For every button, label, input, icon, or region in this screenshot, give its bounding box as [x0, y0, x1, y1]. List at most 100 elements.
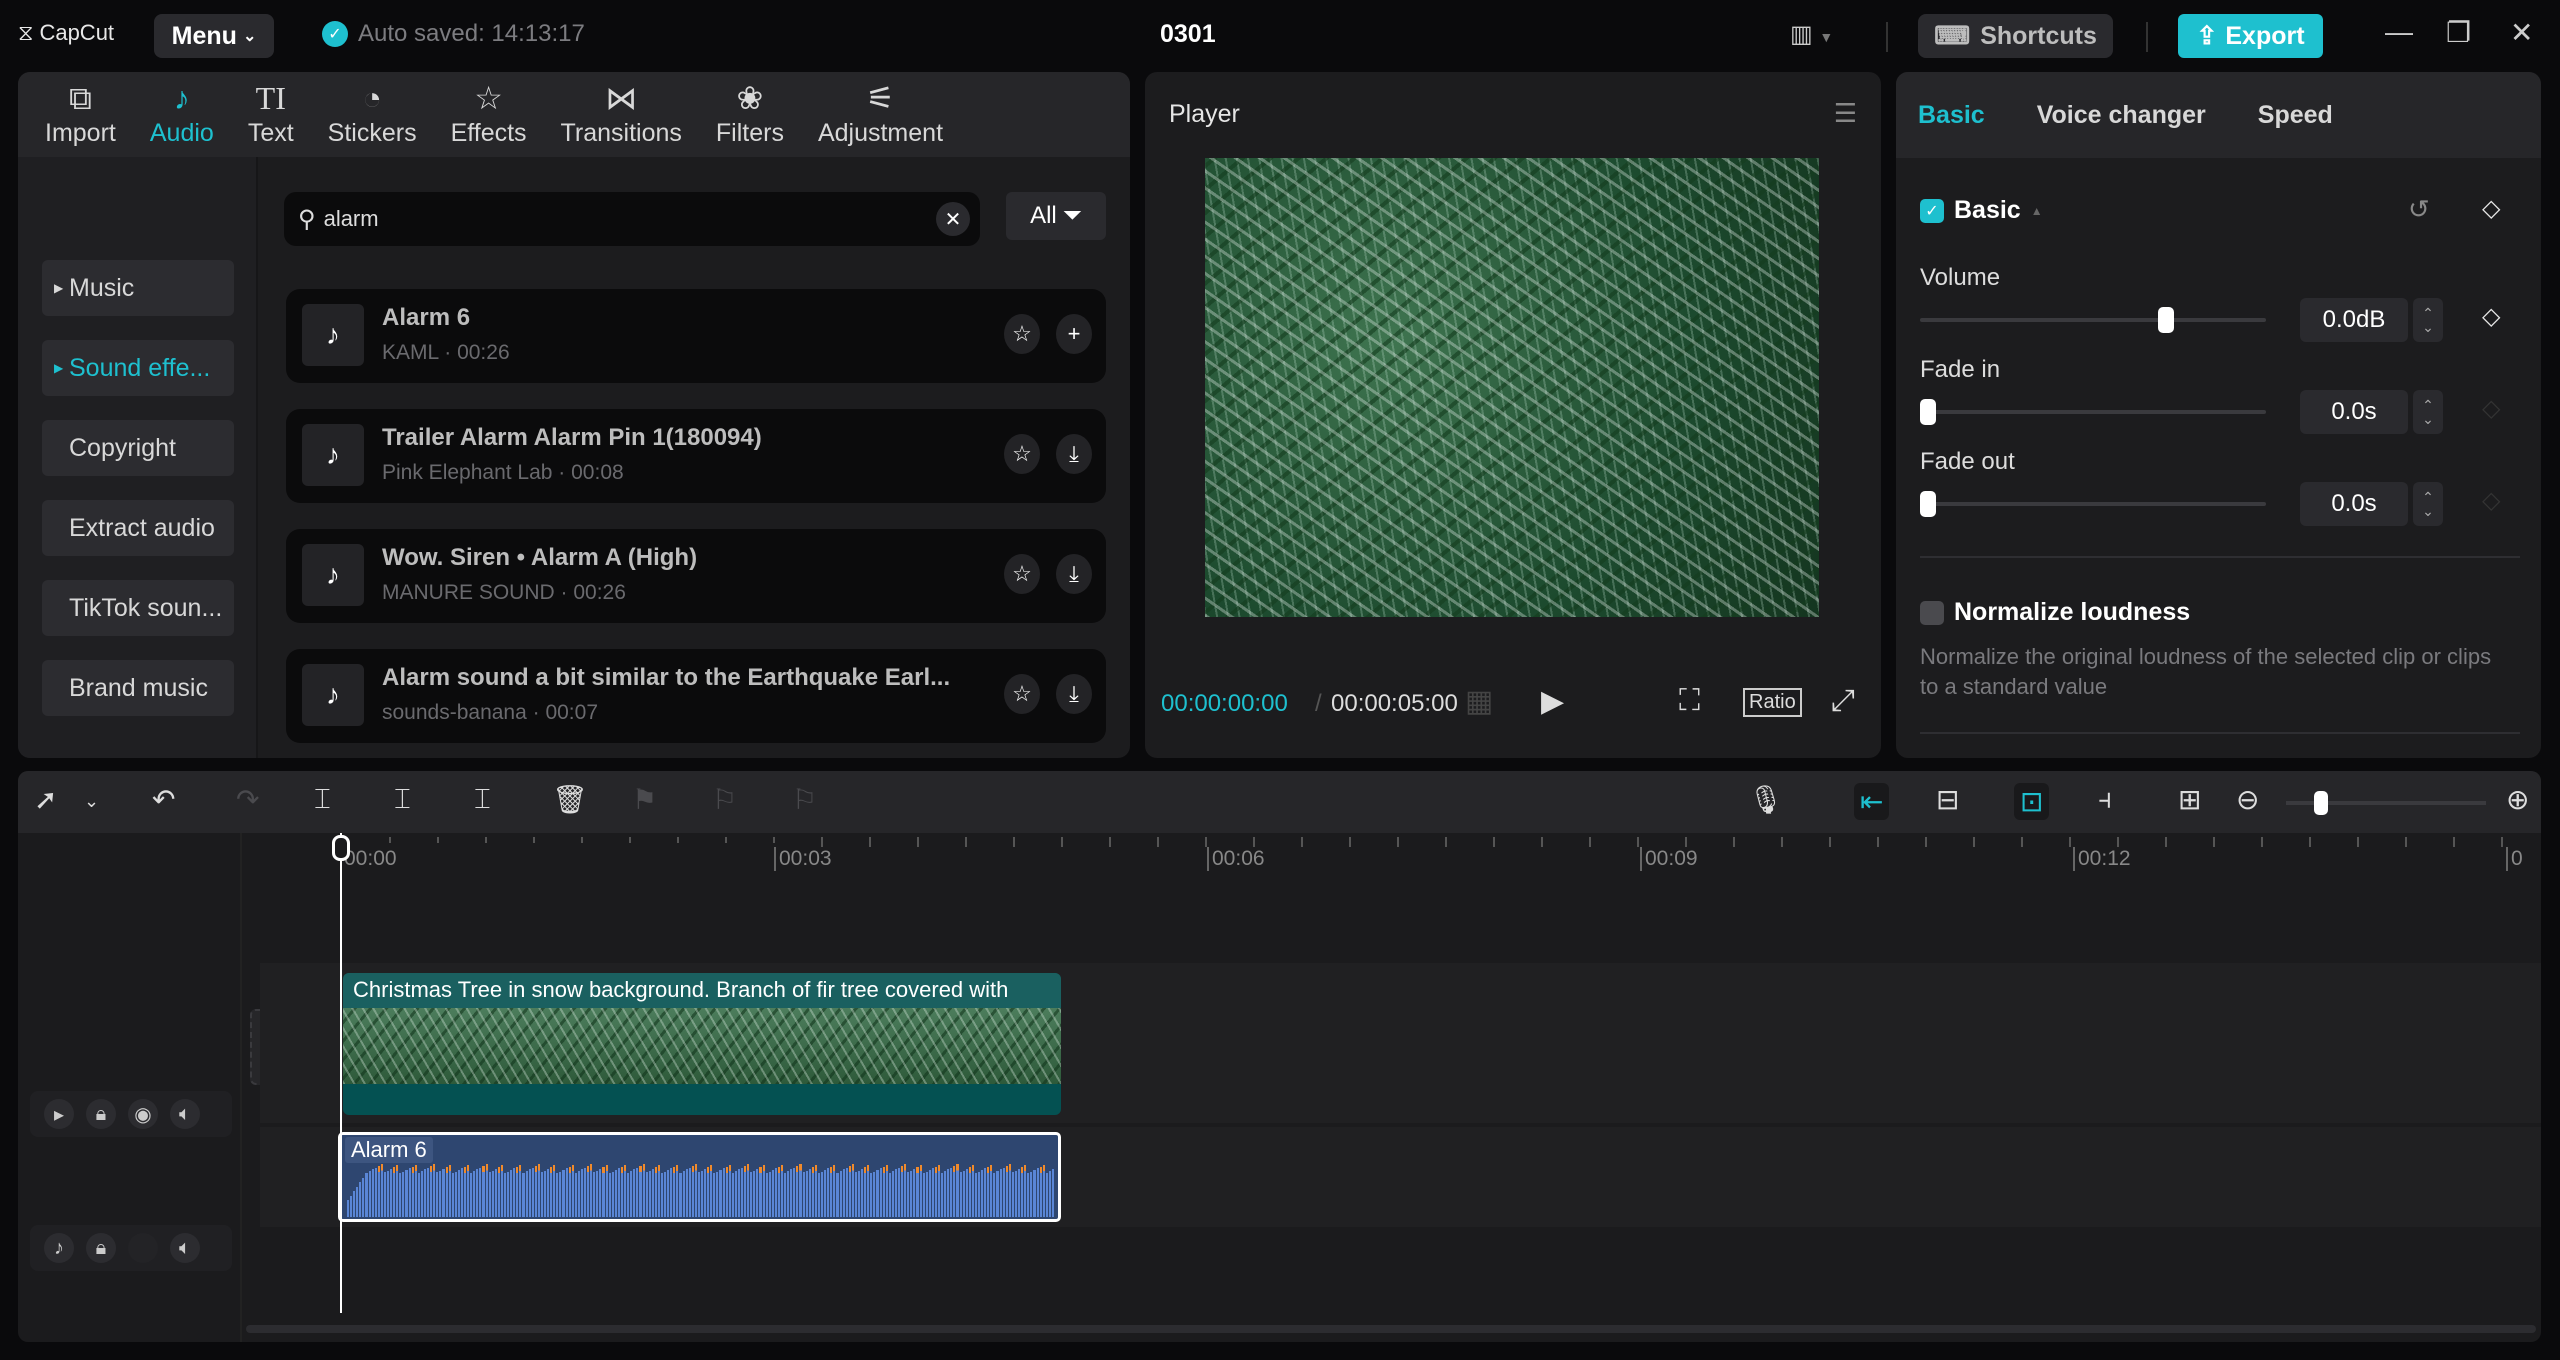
volume-slider[interactable] [1920, 307, 2266, 333]
slider-knob[interactable] [2313, 791, 2328, 815]
main-track-magnet-icon[interactable]: ⇤ [1854, 783, 1890, 820]
keyframe-icon[interactable]: ◇ [2482, 194, 2500, 223]
tab-voice-changer[interactable]: Voice changer [2037, 101, 2206, 130]
tab-filters[interactable]: ❀ Filters [699, 72, 801, 157]
favorite-button[interactable]: ☆ [1004, 314, 1040, 354]
list-item[interactable]: ♪ Alarm sound a bit similar to the Earthq… [286, 649, 1106, 743]
add-button[interactable]: + [1056, 314, 1092, 354]
eye-icon[interactable]: ◉ [128, 1099, 158, 1129]
fade-in-stepper[interactable]: ⌃ ⌄ [2413, 390, 2443, 434]
keyframe-icon[interactable]: ◇ [2482, 302, 2500, 331]
menu-button[interactable]: Menu ⌄ [154, 14, 274, 58]
minimize-button[interactable]: — [2385, 16, 2413, 48]
layout-button[interactable]: ▥ ▼ [1790, 20, 1833, 49]
normalize-row[interactable]: Normalize loudness [1920, 598, 2190, 627]
zoom-out-icon[interactable]: ⊖ [2236, 783, 2259, 816]
category-music[interactable]: ▶ Music [42, 260, 234, 316]
waveform-bar [704, 1168, 707, 1217]
fade-in-input[interactable]: 0.0s [2300, 390, 2408, 434]
zoom-to-fit-icon[interactable]: ⊞ [2178, 783, 2201, 816]
category-extract-audio[interactable]: Extract audio [42, 500, 234, 556]
slider-knob[interactable] [2157, 307, 2174, 333]
split-right-icon[interactable]: ⌶ [474, 783, 491, 816]
fade-out-slider[interactable] [1920, 491, 2266, 517]
zoom-preview-icon[interactable]: ⛶ [1679, 684, 1700, 718]
ratio-button[interactable]: Ratio [1743, 688, 1802, 717]
fade-out-stepper[interactable]: ⌃ ⌄ [2413, 482, 2443, 526]
tab-transitions[interactable]: ⋈ Transitions [544, 72, 699, 157]
filter-button[interactable]: All ⏷ [1006, 192, 1106, 240]
slider-knob[interactable] [1920, 491, 1936, 517]
category-copyright[interactable]: Copyright [42, 420, 234, 476]
waveform-bar [463, 1166, 467, 1217]
tab-import[interactable]: ⧉ Import [28, 72, 133, 157]
download-button[interactable]: ⤓ [1056, 674, 1092, 714]
clear-search-button[interactable]: ✕ [936, 202, 970, 236]
tab-speed[interactable]: Speed [2258, 101, 2333, 130]
basic-checkbox[interactable]: ✓ [1920, 198, 1944, 223]
tab-audio[interactable]: ♪ Audio [133, 72, 231, 157]
auto-snap-icon[interactable]: ⊟ [1936, 783, 1959, 816]
playhead-handle[interactable] [332, 835, 350, 861]
preview-axis-icon[interactable]: ⫞ [2098, 783, 2112, 816]
collapse-icon[interactable]: ▲ [2031, 204, 2043, 218]
list-item[interactable]: ♪ Wow. Siren • Alarm A (High) MANURE SOUND… [286, 529, 1106, 623]
download-button[interactable]: ⤓ [1056, 434, 1092, 474]
waveform-bar [904, 1164, 907, 1217]
restore-button[interactable]: ❐ [2446, 16, 2471, 49]
hamburger-menu-icon[interactable]: ☰ [1834, 98, 1857, 129]
playhead[interactable] [340, 833, 342, 1313]
zoom-slider[interactable] [2286, 791, 2486, 815]
reset-icon[interactable]: ↺ [2408, 194, 2430, 225]
tab-label: Effects [450, 119, 527, 147]
delete-icon[interactable]: 🗑︎ [552, 783, 588, 816]
category-brand-music[interactable]: Brand music [42, 660, 234, 716]
shortcuts-button[interactable]: ⌨ Shortcuts [1918, 14, 2113, 58]
waveform-view-icon[interactable]: ▦ [1465, 684, 1493, 719]
tab-stickers[interactable]: ◔ Stickers [311, 72, 434, 157]
fade-out-input[interactable]: 0.0s [2300, 482, 2408, 526]
waveform-bar [996, 1171, 999, 1217]
play-button[interactable]: ▶ [1541, 684, 1564, 719]
split-icon[interactable]: ⌶ [314, 783, 331, 816]
tab-basic[interactable]: Basic [1918, 101, 1985, 130]
tab-text[interactable]: TI Text [231, 72, 311, 157]
chevron-down-icon[interactable]: ⌄ [84, 791, 99, 812]
fullscreen-icon[interactable]: ⤢ [1831, 684, 1855, 718]
speaker-icon[interactable]: 🔈︎ [170, 1233, 200, 1263]
category-sound-effects[interactable]: ▶ Sound effe... [42, 340, 234, 396]
speaker-icon[interactable]: 🔈︎ [170, 1099, 200, 1129]
search-input[interactable]: ⚲ alarm ✕ [284, 192, 980, 246]
microphone-icon[interactable]: 🎙︎ [1748, 783, 1784, 816]
category-tiktok-sounds[interactable]: TikTok soun... [42, 580, 234, 636]
volume-stepper[interactable]: ⌃ ⌄ [2413, 298, 2443, 342]
close-button[interactable]: ✕ [2510, 16, 2533, 49]
lock-icon[interactable]: 🔒︎ [86, 1099, 116, 1129]
volume-input[interactable]: 0.0dB [2300, 298, 2408, 342]
normalize-checkbox[interactable] [1920, 600, 1944, 625]
download-button[interactable]: ⤓ [1056, 554, 1092, 594]
horizontal-scrollbar[interactable] [246, 1325, 2536, 1333]
video-clip[interactable]: Christmas Tree in snow background. Branc… [343, 973, 1061, 1115]
select-tool-icon[interactable]: ➚ [34, 783, 57, 816]
waveform-bar [722, 1168, 725, 1217]
waveform-bar [1024, 1165, 1027, 1217]
audio-clip[interactable]: Alarm 6 [338, 1132, 1061, 1222]
export-button[interactable]: ⇪ Export [2178, 14, 2323, 58]
slider-knob[interactable] [1920, 399, 1936, 425]
tab-effects[interactable]: ☆ Effects [434, 72, 544, 157]
favorite-button[interactable]: ☆ [1004, 554, 1040, 594]
list-item[interactable]: ♪ Trailer Alarm Alarm Pin 1(180094) Pink E… [286, 409, 1106, 503]
undo-icon[interactable]: ↶ [152, 783, 175, 816]
split-left-icon[interactable]: ⌶ [394, 783, 411, 816]
favorite-button[interactable]: ☆ [1004, 674, 1040, 714]
lock-icon[interactable]: 🔒︎ [86, 1233, 116, 1263]
favorite-button[interactable]: ☆ [1004, 434, 1040, 474]
tab-adjustment[interactable]: ⚟ Adjustment [801, 72, 960, 157]
waveform-bar [682, 1171, 685, 1217]
fade-in-slider[interactable] [1920, 399, 2266, 425]
divider [1886, 22, 1888, 52]
link-clips-icon[interactable]: ⊡ [2014, 783, 2050, 820]
zoom-in-icon[interactable]: ⊕ [2506, 783, 2529, 816]
list-item[interactable]: ♪ Alarm 6 KAML · 00:26 ☆ + [286, 289, 1106, 383]
